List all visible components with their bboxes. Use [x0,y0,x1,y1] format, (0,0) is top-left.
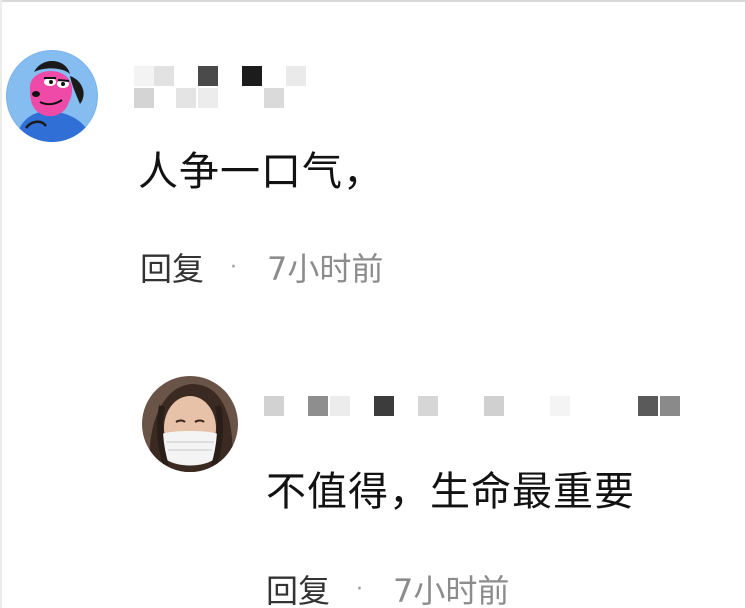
left-border [0,0,2,608]
comment-text: 不值得，生命最重要 [266,469,635,515]
comment-timestamp: 7小时前 [267,250,384,288]
reply-button[interactable]: 回复 [266,566,330,608]
cartoon-dog-avatar-icon[interactable] [6,50,98,142]
username-redacted [134,66,314,108]
meta-separator: · [230,254,238,280]
comment-meta: 回复 · 7小时前 [140,244,383,290]
top-border [0,0,745,2]
comment-meta: 回复 · 7小时前 [266,566,509,608]
comment-text: 人争一口气， [138,149,384,195]
username-redacted [264,396,684,436]
meta-separator: · [356,576,364,602]
reply-button[interactable]: 回复 [140,244,204,290]
masked-woman-avatar-icon[interactable] [142,376,238,472]
comment-timestamp: 7小时前 [393,572,510,608]
